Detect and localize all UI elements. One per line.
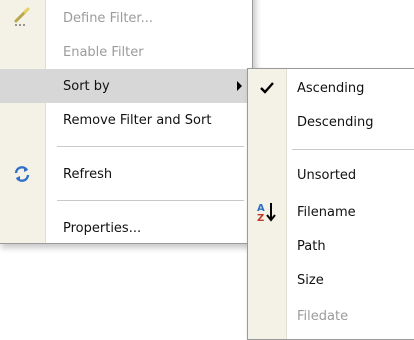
menu-item-label: Unsorted xyxy=(297,167,357,183)
menu-item-label: Filedate xyxy=(297,308,349,324)
menu-item-remove-filter-and-sort[interactable]: Remove Filter and Sort xyxy=(0,103,252,137)
menu-item-label: Refresh xyxy=(63,166,113,182)
menu-separator xyxy=(292,149,414,150)
menu-item-refresh[interactable]: Refresh xyxy=(0,157,252,191)
sort-az-icon: A Z xyxy=(248,195,286,229)
menu-item-label: Enable Filter xyxy=(63,44,144,60)
context-menu: Define Filter... Enable Filter Sort by R… xyxy=(0,0,253,244)
menu-item-enable-filter[interactable]: Enable Filter xyxy=(0,35,252,69)
menu-item-label: Size xyxy=(297,272,324,288)
menu-item-label: Properties... xyxy=(63,220,142,236)
menu-item-sort-by[interactable]: Sort by xyxy=(0,69,252,103)
menu-item-define-filter[interactable]: Define Filter... xyxy=(0,1,252,35)
menu-item-label: Descending xyxy=(297,114,374,130)
submenu-item-path[interactable]: Path xyxy=(248,229,414,263)
menu-separator xyxy=(57,200,244,201)
submenu-item-descending[interactable]: Descending xyxy=(248,105,414,139)
svg-text:Z: Z xyxy=(257,213,264,223)
menu-item-label: Remove Filter and Sort xyxy=(63,112,212,128)
menu-item-label: Path xyxy=(297,238,326,254)
submenu-item-filedate[interactable]: Filedate xyxy=(248,299,414,333)
checkmark-icon xyxy=(248,71,286,105)
submenu-item-ascending[interactable]: Ascending xyxy=(248,71,414,105)
submenu-item-filename[interactable]: A Z Filename xyxy=(248,195,414,229)
submenu-item-unsorted[interactable]: Unsorted xyxy=(248,158,414,192)
menu-item-label: Define Filter... xyxy=(63,10,153,26)
define-filter-icon xyxy=(0,1,45,35)
menu-item-label: Ascending xyxy=(297,80,365,96)
sort-submenu: Ascending Descending Unsorted A Z Filena… xyxy=(247,68,414,340)
menu-item-properties[interactable]: Properties... xyxy=(0,211,252,245)
menu-separator xyxy=(57,146,244,147)
submenu-item-size[interactable]: Size xyxy=(248,263,414,297)
menu-item-label: Filename xyxy=(297,204,356,220)
refresh-icon xyxy=(0,157,45,191)
menu-item-label: Sort by xyxy=(63,78,110,94)
submenu-arrow-icon xyxy=(237,81,242,91)
